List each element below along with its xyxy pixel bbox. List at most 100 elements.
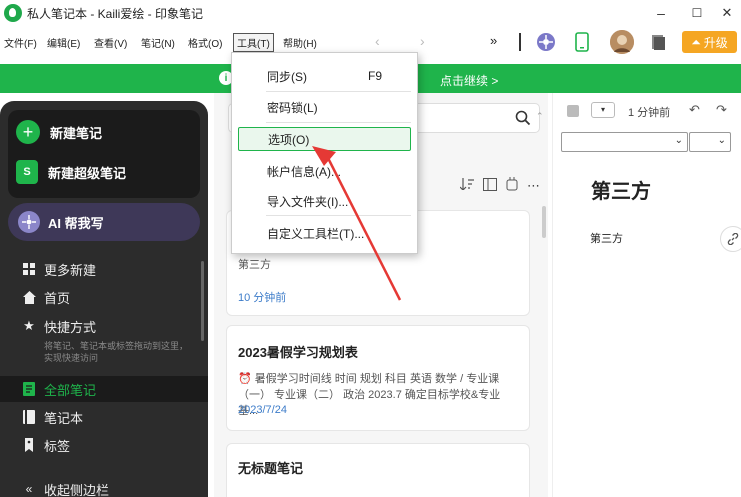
note-title-field[interactable]: 第三方	[591, 175, 651, 204]
star-icon: ★	[23, 318, 35, 333]
super-note-icon: S	[16, 160, 38, 184]
note-date: 10 分钟前	[238, 292, 287, 304]
menu-item-label: 帐户信息(A)...	[267, 164, 341, 179]
sidebar-item-label: 全部笔记	[44, 382, 97, 398]
redo-icon[interactable]: ↷	[716, 102, 727, 118]
ai-sparkle-icon	[18, 211, 40, 233]
sort-icon[interactable]	[459, 178, 474, 193]
menu-item-import-folder[interactable]: 导入文件夹(I)...	[238, 189, 411, 213]
notes-icon	[22, 382, 36, 396]
home-icon	[22, 290, 36, 304]
toolbar-divider	[519, 33, 521, 51]
menu-item-options[interactable]: 选项(O)	[238, 127, 411, 151]
image-icon[interactable]	[567, 105, 579, 117]
menu-item-label: 导入文件夹(I)...	[267, 194, 349, 209]
reminder-icon[interactable]	[506, 177, 518, 194]
font-size-select[interactable]: ⌄	[689, 132, 731, 152]
sidebar-item-label: 标签	[44, 438, 71, 454]
menu-item-shortcut: F9	[368, 69, 383, 83]
new-super-note-label: 新建超级笔记	[48, 165, 127, 181]
title-bar: 私人笔记本 - Kaili爱绘 - 印象笔记 – ☐ ✕	[0, 0, 741, 26]
menu-format[interactable]: 格式(O)	[188, 35, 222, 50]
sidebar-item-home[interactable]: 首页	[0, 284, 208, 310]
ai-write-label: AI 帮我写	[48, 215, 104, 231]
evernote-logo-icon	[4, 4, 22, 22]
menu-separator	[266, 215, 411, 216]
minimize-button[interactable]: –	[645, 0, 677, 26]
sidebar-item-label: 笔记本	[44, 410, 84, 426]
back-arrow-icon[interactable]: ‹	[375, 33, 380, 49]
ai-write-button[interactable]: AI 帮我写	[8, 203, 200, 241]
sidebar: + 新建笔记 S 新建超级笔记 AI 帮我写 更多新建 首页 ★ 快捷方式 将笔…	[0, 101, 208, 497]
menu-edit[interactable]: 编辑(E)	[47, 35, 80, 50]
note-body[interactable]: 第三方	[590, 230, 623, 246]
plus-icon: +	[16, 120, 40, 144]
sidebar-item-more-new[interactable]: 更多新建	[0, 256, 208, 282]
undo-icon[interactable]: ↶	[689, 102, 700, 118]
sidebar-item-label: 首页	[44, 290, 71, 306]
menu-item-sync[interactable]: 同步(S) F9	[238, 64, 411, 88]
collapse-sidebar-button[interactable]: « 收起侧边栏	[0, 476, 208, 497]
notebook-stack-icon[interactable]	[648, 32, 668, 52]
sidebar-item-label: 更多新建	[44, 262, 97, 278]
mobile-icon[interactable]	[572, 32, 592, 52]
dropdown-chevron-icon[interactable]: ▾	[591, 102, 615, 118]
close-button[interactable]: ✕	[711, 0, 741, 26]
collapse-arrows-icon: «	[25, 482, 33, 496]
notebook-icon	[22, 410, 36, 424]
menu-item-label: 同步(S)	[267, 69, 307, 84]
window-title: 私人笔记本 - Kaili爱绘 - 印象笔记	[27, 7, 204, 21]
sidebar-item-all-notes[interactable]: 全部笔记	[0, 376, 208, 402]
new-super-note-button[interactable]: S 新建超级笔记	[16, 160, 126, 184]
note-snippet: 第三方	[238, 259, 271, 271]
menu-help[interactable]: 帮助(H)	[283, 35, 317, 50]
new-note-button[interactable]: + 新建笔记	[16, 120, 102, 144]
more-options-icon[interactable]: ⋯	[527, 178, 540, 194]
menu-item-account-info[interactable]: 帐户信息(A)...	[238, 159, 411, 183]
chevron-down-icon: ⌄	[674, 135, 683, 146]
upgrade-button[interactable]: ⏶ 升级	[682, 31, 737, 53]
shortcut-hint: 将笔记、笔记本或标签拖动到这里，实现快速访问	[44, 341, 189, 363]
forward-arrow-icon[interactable]: ›	[420, 33, 425, 49]
menu-item-password-lock[interactable]: 密码锁(L)	[238, 95, 411, 119]
font-family-select[interactable]: ⌄	[561, 132, 688, 152]
edit-timestamp: 1 分钟前	[628, 107, 671, 119]
note-card[interactable]: 2023暑假学习规划表 ⏰ 暑假学习时间线 时间 规划 科目 英语 数学 / 专…	[226, 325, 530, 431]
sidebar-item-label: 快捷方式	[44, 319, 97, 335]
note-title: 无标题笔记	[238, 461, 304, 476]
list-toolbar: ⋯	[459, 177, 540, 194]
new-note-card: + 新建笔记 S 新建超级笔记	[8, 110, 200, 198]
grid-icon	[22, 262, 36, 276]
collapse-sidebar-label: 收起侧边栏	[44, 482, 110, 497]
maximize-button[interactable]: ☐	[681, 0, 713, 26]
tools-dropdown-menu: 同步(S) F9 密码锁(L) 选项(O) 帐户信息(A)... 导入文件夹(I…	[231, 52, 418, 254]
search-icon[interactable]	[515, 110, 531, 129]
editor-toolbar: ▾ 1 分钟前 ↶ ↷	[553, 93, 741, 129]
tag-icon	[22, 438, 36, 452]
sidebar-item-shortcuts[interactable]: ★ 快捷方式	[0, 313, 208, 339]
new-note-label: 新建笔记	[50, 125, 103, 141]
note-date: 2023/7/24	[238, 404, 287, 416]
menu-item-label: 选项(O)	[268, 132, 310, 147]
more-icon[interactable]: »	[490, 33, 497, 48]
note-editor: ▾ 1 分钟前 ↶ ↷ ⌄ ⌄ 第三方 第三方	[552, 93, 741, 497]
upgrade-label: 升级	[703, 35, 728, 50]
menu-note[interactable]: 笔记(N)	[141, 35, 175, 50]
link-icon[interactable]	[720, 226, 741, 252]
menu-tools[interactable]: 工具(T)	[233, 33, 274, 52]
menu-separator	[266, 91, 411, 92]
ai-assistant-icon[interactable]	[536, 32, 556, 52]
menu-file[interactable]: 文件(F)	[4, 35, 37, 50]
sidebar-scrollbar[interactable]	[201, 261, 204, 341]
collapse-search-icon[interactable]: ⌃	[536, 111, 544, 122]
view-toggle-icon[interactable]	[483, 177, 497, 194]
evernote-window: 私人笔记本 - Kaili爱绘 - 印象笔记 – ☐ ✕ 文件(F) 编辑(E)…	[0, 0, 741, 497]
note-card[interactable]: 无标题笔记	[226, 443, 530, 497]
sidebar-item-tags[interactable]: 标签	[0, 432, 208, 458]
menu-item-customize-toolbar[interactable]: 自定义工具栏(T)...	[238, 221, 411, 245]
banner-continue-link[interactable]: 点击继续 >	[440, 72, 498, 89]
avatar[interactable]	[610, 30, 634, 54]
menu-view[interactable]: 查看(V)	[94, 35, 127, 50]
sidebar-item-notebooks[interactable]: 笔记本	[0, 404, 208, 430]
note-list-scrollbar[interactable]	[542, 206, 546, 238]
